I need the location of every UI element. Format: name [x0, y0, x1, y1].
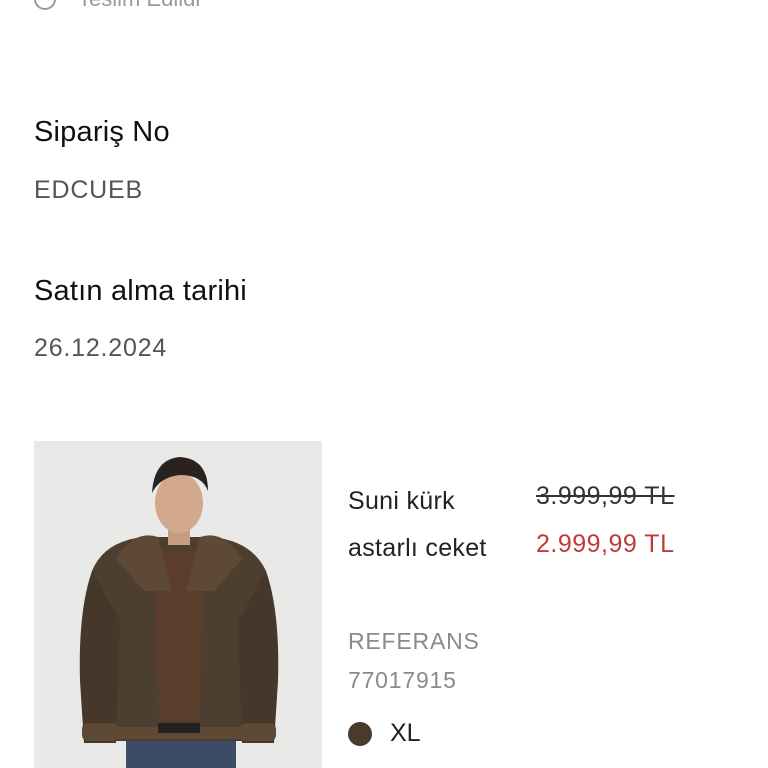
purchase-date-label: Satın alma tarihi [34, 275, 247, 307]
purchase-date-value: 26.12.2024 [34, 334, 168, 362]
size-label: XL [390, 719, 421, 747]
sale-price: 2.999,99 TL [536, 530, 675, 558]
color-swatch [348, 721, 372, 746]
jacket-model-illustration [34, 441, 322, 768]
product-image[interactable] [34, 441, 322, 768]
reference-label: REFERANS [348, 628, 480, 654]
product-variant: XL [348, 719, 421, 748]
original-price: 3.999,99 TL [536, 482, 675, 510]
order-number-label: Sipariş No [34, 116, 170, 148]
reference-value: 77017915 [348, 667, 457, 693]
delivery-status-label: Teslim Edildi [78, 0, 200, 12]
order-number-value: EDCUEB [34, 176, 143, 204]
product-name[interactable]: Suni kürk astarlı ceket [348, 478, 518, 572]
delivery-status: Teslim Edildi [34, 0, 200, 12]
status-circle-icon [34, 0, 56, 10]
order-detail-page: Teslim Edildi Sipariş No EDCUEB Satın al… [0, 0, 768, 768]
